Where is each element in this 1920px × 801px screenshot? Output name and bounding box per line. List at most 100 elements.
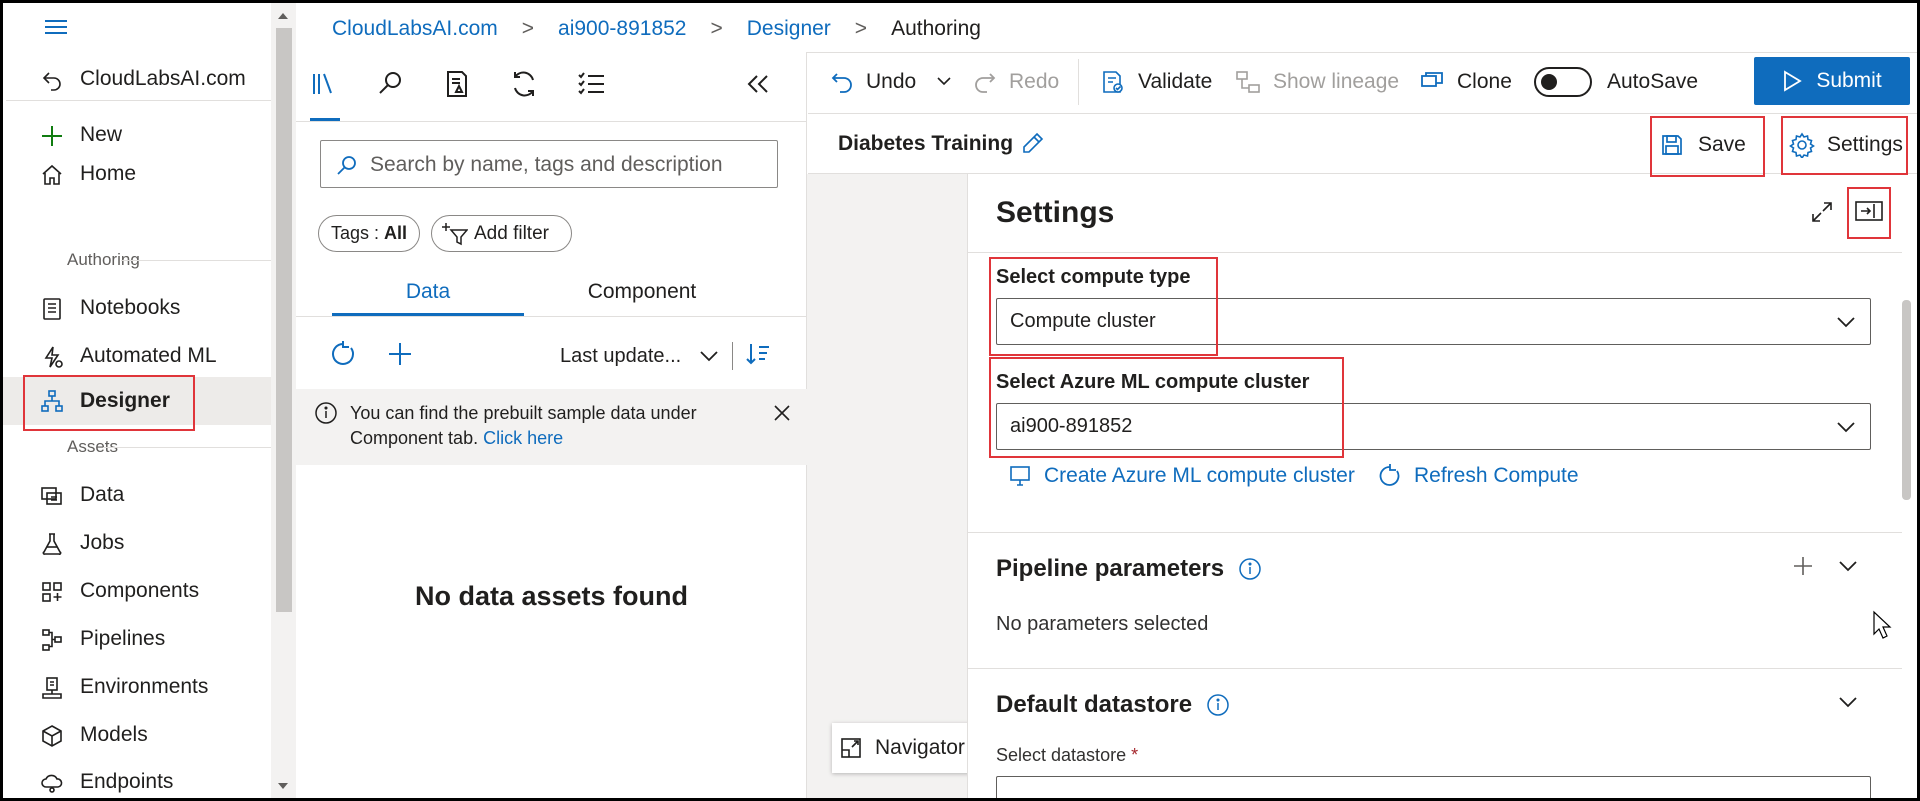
gear-icon: [1789, 132, 1815, 158]
workspace-back-link[interactable]: CloudLabsAI.com: [3, 57, 271, 101]
add-parameter-icon[interactable]: [1792, 555, 1814, 577]
breadcrumb-item-designer[interactable]: Designer: [747, 17, 831, 41]
back-arrow-icon: [40, 68, 64, 92]
nav-item-label: New: [80, 123, 123, 146]
undo-button[interactable]: Undo: [830, 67, 916, 97]
info-icon[interactable]: [1238, 557, 1262, 581]
tab-component[interactable]: Component: [546, 280, 738, 316]
submit-button[interactable]: Submit: [1754, 57, 1910, 105]
default-datastore-title: Default datastore: [996, 691, 1230, 719]
designer-icon: [40, 389, 64, 413]
show-lineage-button[interactable]: Show lineage: [1235, 67, 1399, 97]
tags-label: Tags :: [330, 223, 379, 243]
nav-item-label: Home: [80, 162, 137, 185]
search-icon[interactable]: [375, 68, 407, 100]
autosave-toggle[interactable]: [1534, 67, 1592, 97]
compute-cluster-label: Select Azure ML compute cluster: [996, 371, 1310, 393]
section-divider: [967, 668, 1902, 669]
refresh-compute-link[interactable]: Refresh Compute: [1378, 462, 1579, 490]
asset-library-panel: Search by name, tags and description Tag…: [296, 52, 807, 798]
nav-item-models[interactable]: Models: [3, 713, 271, 757]
add-data-icon[interactable]: [386, 340, 414, 368]
automated-ml-icon: [40, 345, 64, 369]
checklist-icon[interactable]: [575, 68, 607, 100]
flask-icon: [40, 532, 64, 556]
tags-filter-pill[interactable]: Tags : All: [318, 215, 420, 252]
save-icon: [1660, 133, 1684, 157]
save-button[interactable]: Save: [1660, 130, 1746, 160]
chevron-down-icon[interactable]: [1838, 558, 1858, 574]
home-icon: [40, 163, 64, 187]
validate-button[interactable]: Validate: [1100, 67, 1212, 97]
refresh-list-icon[interactable]: [329, 340, 357, 368]
info-message-text: You can find the prebuilt sample data un…: [350, 401, 730, 451]
nav-divider: [6, 100, 271, 101]
close-icon[interactable]: [772, 403, 792, 423]
navigator-button[interactable]: Navigator: [832, 723, 972, 773]
add-filter-button[interactable]: Add filter: [431, 215, 572, 252]
breadcrumb-item-workspace[interactable]: CloudLabsAI.com: [332, 17, 498, 41]
pipeline-canvas[interactable]: [807, 174, 967, 798]
nav-item-new[interactable]: New: [3, 113, 271, 157]
scroll-up-icon[interactable]: [278, 13, 288, 19]
scroll-down-icon[interactable]: [278, 783, 288, 789]
show-lineage-label: Show lineage: [1273, 70, 1400, 93]
nav-item-environments[interactable]: Environments: [3, 665, 271, 709]
compute-cluster-dropdown[interactable]: ai900-891852: [996, 403, 1871, 450]
undo-label: Undo: [866, 70, 917, 93]
navigator-icon: [839, 736, 863, 760]
sort-order-icon[interactable]: [745, 341, 771, 367]
refresh-compute-label: Refresh Compute: [1414, 464, 1579, 487]
chevron-down-icon: [1836, 314, 1856, 330]
click-here-link[interactable]: Click here: [483, 428, 563, 448]
nav-item-automated-ml[interactable]: Automated ML: [3, 334, 271, 378]
nav-item-jobs[interactable]: Jobs: [3, 521, 271, 565]
environment-icon: [40, 676, 64, 700]
compute-type-label: Select compute type: [996, 266, 1191, 288]
clone-button[interactable]: Clone: [1419, 67, 1512, 97]
settings-scrollbar-thumb[interactable]: [1902, 300, 1911, 500]
nav-item-pipelines[interactable]: Pipelines: [3, 617, 271, 661]
refresh-icon: [1378, 464, 1402, 488]
chevron-down-icon: [699, 349, 719, 363]
clone-label: Clone: [1457, 70, 1512, 93]
close-panel-icon[interactable]: [1854, 198, 1884, 224]
mouse-cursor-icon: [1872, 610, 1892, 640]
breadcrumb-separator-icon: >: [521, 17, 535, 40]
redo-button[interactable]: Redo: [973, 67, 1059, 97]
search-placeholder: Search by name, tags and description: [370, 153, 723, 176]
nav-scrollbar-thumb[interactable]: [276, 28, 292, 612]
hamburger-menu-icon[interactable]: [43, 17, 69, 37]
chevron-down-icon[interactable]: [1838, 694, 1858, 710]
redo-label: Redo: [1009, 70, 1060, 93]
nav-item-components[interactable]: Components: [3, 569, 271, 613]
breadcrumb-item-resource[interactable]: ai900-891852: [558, 17, 686, 41]
refresh-icon[interactable]: [508, 68, 540, 100]
select-datastore-text: Select datastore: [996, 745, 1127, 765]
datastore-dropdown[interactable]: [996, 776, 1871, 801]
compute-type-dropdown[interactable]: Compute cluster: [996, 298, 1871, 345]
create-compute-cluster-link[interactable]: Create Azure ML compute cluster: [1008, 462, 1355, 490]
nav-item-data[interactable]: Data: [3, 473, 271, 517]
library-icon[interactable]: [308, 68, 340, 100]
validation-report-icon[interactable]: [441, 68, 473, 100]
info-message-bar: You can find the prebuilt sample data un…: [296, 389, 807, 465]
sort-dropdown[interactable]: Last update...: [560, 342, 719, 370]
collapse-panel-icon[interactable]: [742, 68, 774, 100]
info-icon[interactable]: [1206, 693, 1230, 717]
nav-item-home[interactable]: Home: [3, 152, 271, 196]
nav-item-notebooks[interactable]: Notebooks: [3, 286, 271, 330]
tabs-divider: [296, 316, 807, 317]
nav-item-endpoints[interactable]: Endpoints: [3, 760, 271, 801]
tab-data[interactable]: Data: [332, 280, 524, 316]
validate-icon: [1100, 69, 1126, 95]
asset-search-input[interactable]: Search by name, tags and description: [320, 140, 778, 188]
no-parameters-text: No parameters selected: [996, 613, 1209, 635]
sort-divider: [732, 342, 733, 370]
select-datastore-label: Select datastore *: [996, 745, 1138, 766]
edit-pencil-icon[interactable]: [1021, 131, 1045, 155]
nav-item-designer[interactable]: Designer: [3, 377, 271, 425]
expand-icon[interactable]: [1810, 200, 1834, 224]
settings-button[interactable]: Settings: [1789, 130, 1903, 160]
undo-history-chevron-icon[interactable]: [936, 75, 952, 87]
